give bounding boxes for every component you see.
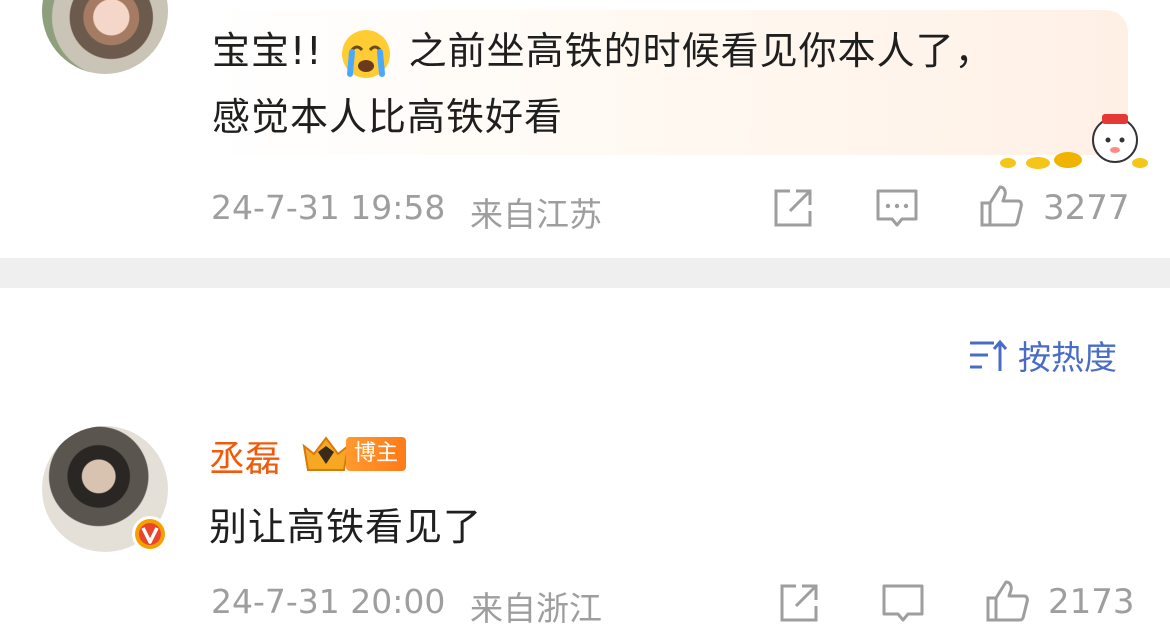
- mascot-sticker-icon: [1000, 114, 1148, 169]
- crying-face-icon: [340, 28, 392, 80]
- share-icon[interactable]: [770, 185, 816, 231]
- comment-location: 来自浙江: [470, 589, 602, 628]
- comment-icon[interactable]: [880, 580, 926, 626]
- verified-badge-icon: [132, 516, 168, 552]
- like-icon[interactable]: [984, 578, 1030, 624]
- like-count: 2173: [1048, 582, 1135, 622]
- comment-text-line-2: 感觉本人比高铁好看: [212, 95, 564, 139]
- share-icon[interactable]: [776, 580, 822, 626]
- commenter-avatar[interactable]: [42, 0, 168, 74]
- comment-icon[interactable]: [874, 185, 920, 231]
- like-icon[interactable]: [978, 183, 1024, 229]
- comment-text: 别让高铁看见了: [209, 505, 483, 549]
- comment-timestamp: 24-7-31 20:00: [211, 582, 446, 621]
- comment-location: 来自江苏: [470, 195, 602, 234]
- comment-text-part: 之前坐高铁的时候看见你本人了，: [408, 29, 994, 73]
- commenter-username[interactable]: 丞磊: [209, 430, 281, 482]
- sort-by-hot-button[interactable]: 按热度: [968, 332, 1117, 378]
- like-count: 3277: [1043, 188, 1130, 228]
- comment-text-part: 宝宝!!: [212, 29, 323, 73]
- section-divider: [0, 258, 1170, 288]
- role-tag-badge: 博主: [346, 437, 407, 471]
- sort-icon: [970, 339, 1008, 371]
- comment-timestamp: 24-7-31 19:58: [211, 188, 446, 227]
- sort-label: 按热度: [1018, 338, 1117, 377]
- comment-text-line-1: 宝宝!! 之前坐高铁的时候看见你本人了，: [212, 22, 994, 80]
- crown-badge-icon: [302, 436, 350, 471]
